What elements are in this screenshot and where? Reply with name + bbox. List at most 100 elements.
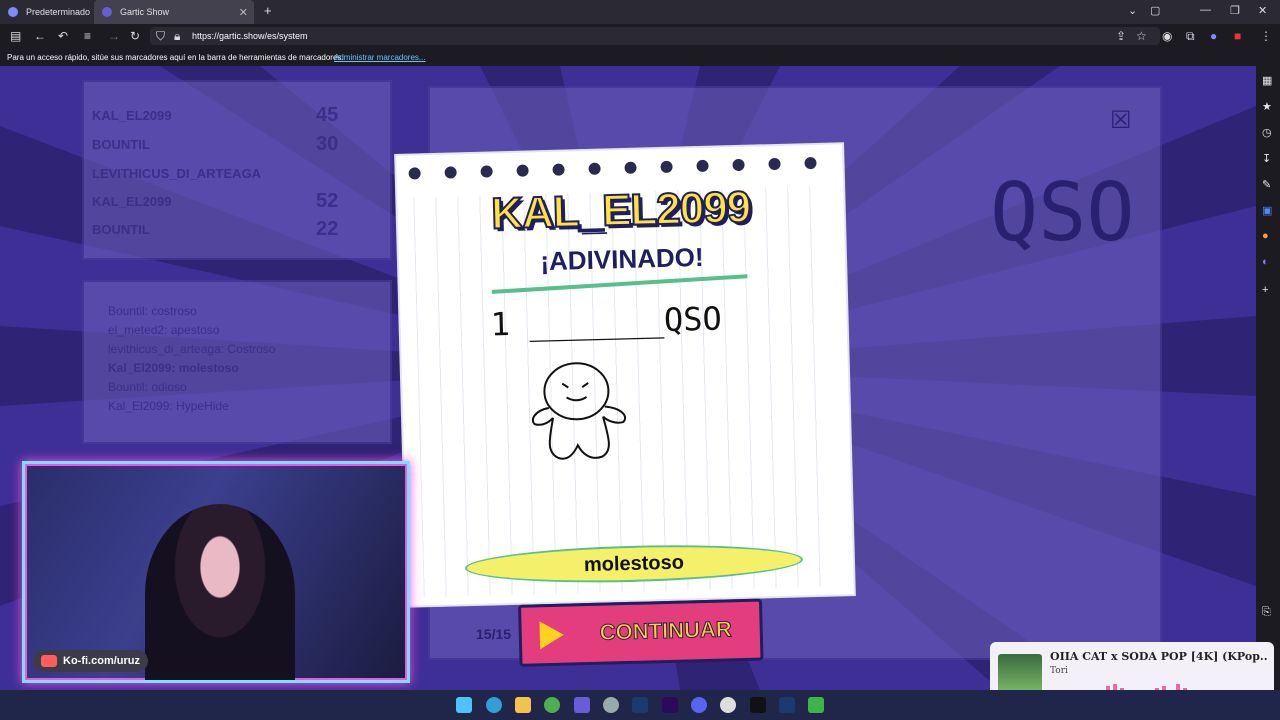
customize-sidebar-icon[interactable]: ⎘ [1262, 606, 1271, 619]
pen-icon[interactable]: ✎ [1262, 178, 1271, 191]
ring-hole [732, 158, 745, 172]
address-bar[interactable]: ⛉ 🔒︎ https://gartic.show/es/system ⇪ ☆ [150, 27, 1160, 45]
continue-label: CONTINUAR [599, 616, 733, 645]
round-counter: 15/15 [476, 626, 512, 642]
container-icon[interactable]: ▢ [1150, 4, 1160, 17]
minimize-button[interactable]: — [1200, 4, 1211, 16]
tab-label: Gartic Show [120, 7, 170, 17]
ring-hole [552, 163, 565, 176]
streamer-video [145, 504, 295, 680]
ring-hole [624, 161, 637, 174]
bookmarks-icon[interactable]: ★ [1262, 100, 1272, 113]
add-sidebar-icon[interactable]: + [1262, 284, 1268, 296]
kofi-cup-icon [41, 655, 57, 667]
history-icon[interactable]: ◷ [1262, 126, 1272, 139]
addon-orange-icon[interactable]: ● [1262, 230, 1269, 242]
downloads-icon[interactable]: ↧ [1262, 152, 1271, 165]
close-tab-icon[interactable]: ✕ [239, 6, 248, 19]
ranking-score: 22 [316, 218, 339, 240]
settings-icon[interactable] [603, 697, 619, 713]
restore-button[interactable]: ❐ [1230, 4, 1240, 17]
ring-hole [444, 166, 457, 179]
tiktok-icon[interactable] [750, 697, 766, 713]
ring-hole [516, 164, 529, 177]
ring-hole [588, 162, 601, 175]
steam-secondary-icon[interactable] [779, 697, 795, 713]
close-window-button[interactable]: ✕ [1258, 4, 1267, 17]
reload-icon[interactable]: ↻ [130, 29, 140, 43]
ranking-score: 45 [316, 104, 339, 126]
bookmark-star-icon[interactable]: ☆ [1136, 29, 1147, 43]
ring-hole [660, 160, 673, 173]
ranking-name: BOUNTIL [92, 222, 150, 237]
play-icon [539, 620, 565, 650]
steam-icon[interactable] [632, 697, 648, 713]
profile-avatar-icon[interactable]: ● [1210, 29, 1217, 43]
tab-gartic-show[interactable]: Gartic Show ✕ [94, 0, 254, 24]
track-artist: Tori [1050, 666, 1068, 676]
file-explorer-icon[interactable] [515, 697, 531, 713]
ranking-name: LEVITHICUS_DI_ARTEAGA [92, 166, 262, 181]
discord-icon[interactable] [691, 697, 707, 713]
gartic-icon[interactable]: ◐ [1262, 256, 1269, 268]
taskbar [0, 690, 1280, 720]
start-icon[interactable] [456, 697, 472, 713]
chat-message: el_meted2: apestoso [108, 323, 220, 337]
url-text[interactable]: https://gartic.show/es/system [192, 31, 308, 41]
list-all-tabs-icon[interactable]: ⌄ [1128, 4, 1137, 17]
sidebar-toggle-icon[interactable]: ▤ [10, 29, 21, 43]
addon-icon[interactable]: ■ [1234, 29, 1241, 43]
tab-label: Predeterminado [26, 7, 91, 17]
result-card: KAL_EL2099 ¡ADIVINADO! 1 _______QSO mole… [396, 144, 854, 667]
manage-bookmarks-link[interactable]: Administrar marcadores... [334, 53, 426, 62]
app-icon[interactable] [808, 697, 824, 713]
gartic-favicon-icon [102, 7, 112, 17]
edge-icon[interactable] [486, 697, 502, 713]
ring-hole [696, 159, 709, 173]
ring-hole [408, 167, 421, 180]
list-icon[interactable]: ≡ [84, 29, 91, 43]
premiere-icon[interactable] [662, 697, 678, 713]
kofi-badge: Ko-fi.com/uruz [33, 650, 148, 672]
ring-hole [480, 165, 493, 178]
undo-icon[interactable]: ↶ [58, 29, 68, 43]
new-tab-button[interactable]: + [264, 3, 272, 18]
background-hint-word: QSO [990, 166, 1135, 259]
gartic-taskbar-icon[interactable] [574, 697, 590, 713]
kofi-text: Ko-fi.com/uruz [63, 655, 140, 667]
ring-hole [804, 156, 817, 170]
ranking-score: 30 [316, 133, 339, 155]
close-board-icon[interactable]: ☒ [1110, 106, 1132, 135]
menu-icon[interactable]: ⋮ [1260, 29, 1272, 43]
shield-icon[interactable]: ⛉ [156, 29, 165, 43]
extensions-icon[interactable]: ⧉ [1186, 29, 1195, 43]
chat-message: Kal_El2099: HypeHide [108, 399, 229, 413]
browser-icon[interactable] [544, 697, 560, 713]
chat-message: Kal_El2099: molestoso [108, 361, 239, 375]
ranking-score: 52 [316, 190, 339, 212]
chat-message: levithicus_di_arteaga: Costroso [108, 342, 276, 356]
forward-icon[interactable]: → [108, 29, 120, 43]
ranking-name: KAL_EL2099 [92, 108, 172, 123]
word-hint: 1 _______QSO [490, 299, 723, 344]
browser-sidebar: ▦ ★ ◷ ↧ ✎ ▣ ● ◐ + ⎘ [1256, 66, 1280, 690]
obs-icon[interactable] [720, 697, 736, 713]
webcam-overlay: Ko-fi.com/uruz [22, 461, 410, 683]
bookmarks-bar: Para un acceso rápido, sitúe sus marcado… [0, 48, 1280, 66]
track-title: OIIA CAT x SODA POP [4K] (KPop... [1050, 650, 1268, 663]
back-icon[interactable]: ← [34, 29, 46, 43]
bookmarks-hint: Para un acceso rápido, sitúe sus marcado… [7, 53, 344, 62]
tab-bar: Predeterminado Gartic Show ✕ + ⌄ ▢ — ❐ ✕ [0, 0, 1280, 24]
account-icon[interactable]: ◉ [1162, 29, 1172, 43]
tab-predeterminado[interactable]: Predeterminado [0, 0, 92, 24]
ranking-name: BOUNTIL [92, 137, 150, 152]
ghost-drawing [531, 362, 627, 460]
profile-icon [8, 7, 18, 17]
ranking-name: KAL_EL2099 [92, 194, 172, 209]
navigation-bar: ▤ ← ↶ ≡ → ↻ ⛉ 🔒︎ https://gartic.show/es/… [0, 24, 1280, 48]
translate-icon[interactable]: ▣ [1262, 204, 1272, 217]
continue-button[interactable]: CONTINUAR [517, 598, 764, 667]
chat-message: Bountil: costroso [108, 304, 197, 318]
firefox-view-icon[interactable]: ▦ [1262, 74, 1272, 87]
share-icon[interactable]: ⇪ [1116, 29, 1126, 43]
